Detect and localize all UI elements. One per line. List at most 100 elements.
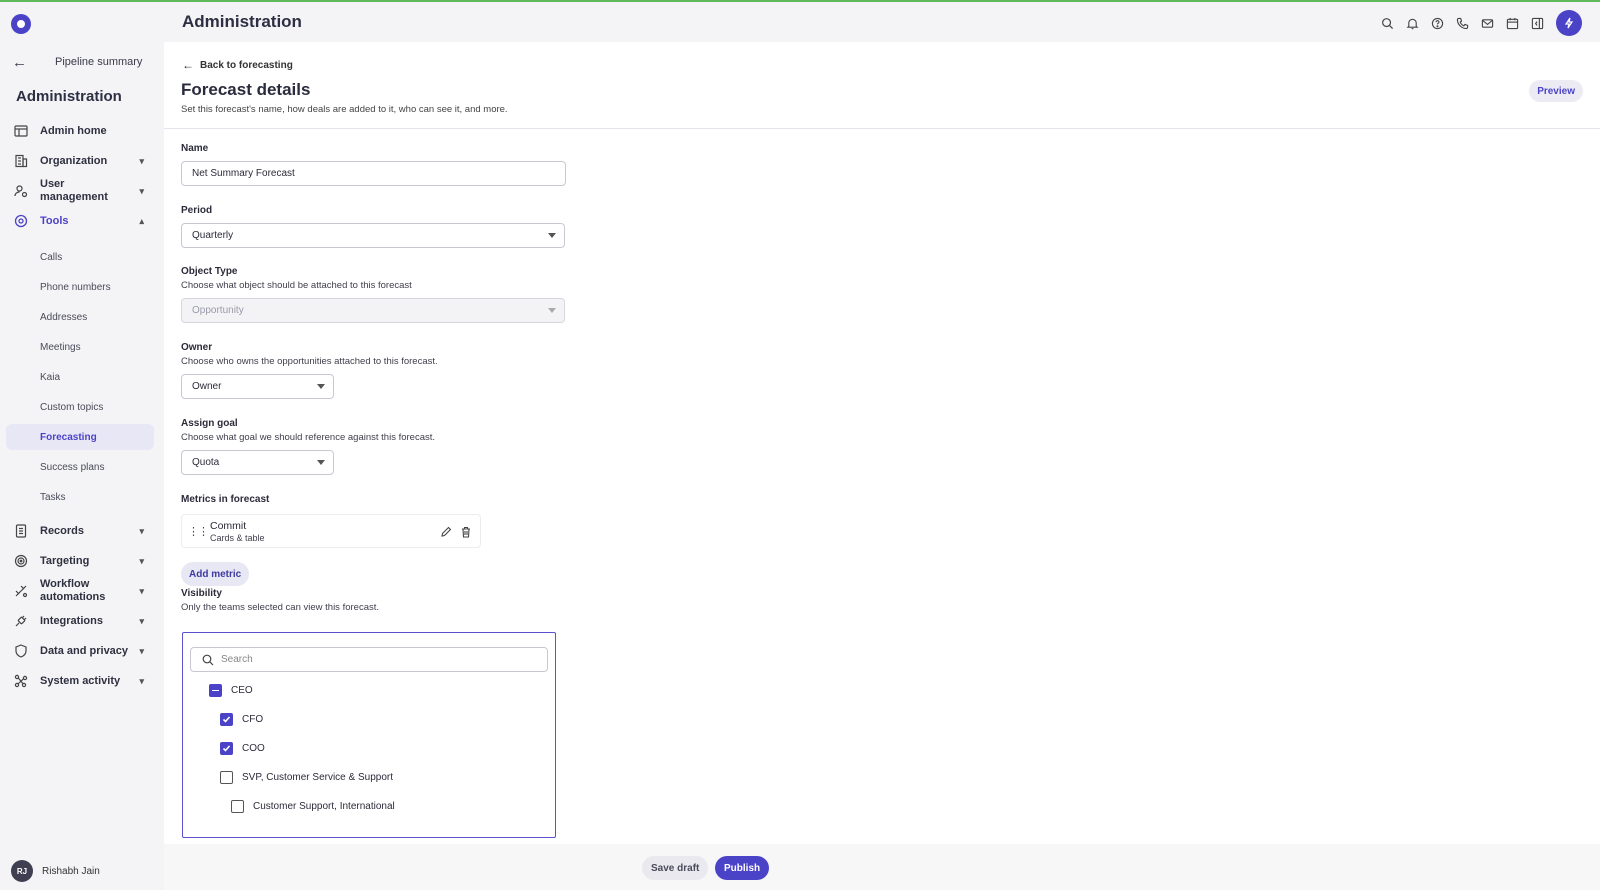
period-label: Period	[181, 205, 213, 216]
shield-icon	[14, 644, 28, 658]
chevron-down-icon: ▾	[139, 645, 144, 656]
form-subtitle: Set this forecast's name, how deals are …	[181, 104, 508, 115]
tools-icon	[14, 214, 28, 228]
name-label: Name	[181, 143, 209, 154]
owner-help: Choose who owns the opportunities attach…	[181, 356, 438, 367]
main-content: ← Back to forecasting Forecast details S…	[164, 42, 1600, 844]
sidebar-subitem-custom-topics[interactable]: Custom topics	[6, 394, 154, 420]
footer-action-bar: Save draft Publish	[164, 844, 1600, 890]
plug-icon	[14, 614, 28, 628]
activity-icon	[14, 674, 28, 688]
sidebar-subitem-phone-numbers[interactable]: Phone numbers	[6, 274, 154, 300]
chevron-down-icon: ▾	[139, 675, 144, 686]
phone-icon[interactable]	[1450, 11, 1475, 35]
goal-select[interactable]: Quota	[181, 450, 334, 475]
tree-item-ceo[interactable]: CEO	[209, 684, 253, 697]
sidebar-item-workflow-automations[interactable]: Workflow automations ▾	[6, 578, 154, 604]
drag-handle-icon[interactable]: ⋮⋮	[188, 525, 209, 538]
sidebar-item-tools[interactable]: Tools ▴	[6, 208, 154, 234]
divider	[164, 128, 1600, 129]
sidebar: ← Pipeline summary Administration Admin …	[0, 2, 164, 890]
chevron-down-icon: ▾	[139, 555, 144, 566]
sidebar-subitem-forecasting[interactable]: Forecasting	[6, 424, 154, 450]
mail-icon[interactable]	[1475, 11, 1500, 35]
visibility-label: Visibility	[181, 588, 222, 599]
owner-label: Owner	[181, 342, 213, 353]
chevron-down-icon: ▾	[139, 185, 144, 196]
tree-item-svp-customer-service[interactable]: SVP, Customer Service & Support	[220, 771, 393, 784]
bell-icon[interactable]	[1400, 11, 1425, 35]
checkbox-partial[interactable]	[209, 684, 222, 697]
object-type-select: Opportunity	[181, 298, 565, 323]
sidebar-subitem-kaia[interactable]: Kaia	[6, 364, 154, 390]
checkbox-checked[interactable]	[220, 713, 233, 726]
goal-label: Assign goal	[181, 418, 238, 429]
back-to-pipeline-link[interactable]: ← Pipeline summary	[12, 50, 160, 74]
metric-name: Commit	[210, 520, 247, 532]
sidebar-item-data-and-privacy[interactable]: Data and privacy ▾	[6, 638, 154, 664]
user-profile[interactable]: RJ Rishabh Jain	[11, 860, 100, 882]
period-select[interactable]: Quarterly	[181, 223, 565, 248]
search-icon[interactable]	[1375, 11, 1400, 35]
metrics-label: Metrics in forecast	[181, 494, 270, 505]
add-metric-button[interactable]: Add metric	[181, 562, 250, 586]
chevron-down-icon: ▾	[139, 155, 144, 166]
checkbox-checked[interactable]	[220, 742, 233, 755]
user-name: Rishabh Jain	[42, 865, 100, 877]
panel-icon[interactable]	[1525, 11, 1550, 35]
sidebar-item-records[interactable]: Records ▾	[6, 518, 154, 544]
sidebar-item-admin-home[interactable]: Admin home	[6, 118, 154, 144]
team-picker: CEO CFO COO SVP, Customer Service & Supp…	[182, 632, 556, 838]
name-field[interactable]: Net Summary Forecast	[181, 161, 566, 186]
table-icon	[14, 124, 28, 138]
sidebar-subitem-tasks[interactable]: Tasks	[6, 484, 154, 510]
chevron-down-icon: ▾	[139, 615, 144, 626]
team-search	[190, 647, 548, 672]
arrow-left-icon: ←	[12, 53, 27, 71]
goal-help: Choose what goal we should reference aga…	[181, 432, 436, 443]
app-logo[interactable]	[11, 14, 31, 34]
tree-item-cfo[interactable]: CFO	[220, 713, 263, 726]
bolt-icon[interactable]	[1556, 10, 1582, 36]
workflow-icon	[14, 584, 28, 598]
building-icon	[14, 154, 28, 168]
team-search-input[interactable]	[221, 654, 521, 665]
tree-item-customer-support-international[interactable]: Customer Support, International	[231, 800, 395, 813]
sidebar-item-organization[interactable]: Organization ▾	[6, 148, 154, 174]
owner-select[interactable]: Owner	[181, 374, 334, 399]
tree-item-coo[interactable]: COO	[220, 742, 265, 755]
arrow-left-icon: ←	[182, 58, 194, 72]
caret-down-icon	[317, 460, 325, 465]
preview-button[interactable]: Preview	[1529, 80, 1583, 102]
help-icon[interactable]	[1425, 11, 1450, 35]
sidebar-item-integrations[interactable]: Integrations ▾	[6, 608, 154, 634]
publish-button[interactable]: Publish	[715, 856, 770, 880]
back-to-forecasting-link[interactable]: ← Back to forecasting	[182, 58, 293, 72]
sidebar-subitem-addresses[interactable]: Addresses	[6, 304, 154, 330]
pencil-icon[interactable]	[440, 525, 452, 537]
caret-down-icon	[317, 384, 325, 389]
trash-icon[interactable]	[460, 525, 472, 538]
sidebar-subitem-success-plans[interactable]: Success plans	[6, 454, 154, 480]
sidebar-item-system-activity[interactable]: System activity ▾	[6, 668, 154, 694]
calendar-icon[interactable]	[1500, 11, 1525, 35]
visibility-help: Only the teams selected can view this fo…	[181, 602, 380, 613]
metric-card: ⋮⋮ Commit Cards & table	[181, 514, 481, 548]
metric-display: Cards & table	[210, 533, 265, 543]
records-icon	[14, 524, 28, 538]
sidebar-subitem-calls[interactable]: Calls	[6, 244, 154, 270]
search-icon	[202, 654, 214, 665]
object-type-label: Object Type	[181, 266, 238, 277]
caret-down-icon	[548, 233, 556, 238]
checkbox-unchecked[interactable]	[220, 771, 233, 784]
avatar: RJ	[11, 860, 33, 882]
top-toolbar	[1375, 10, 1582, 36]
caret-down-icon	[548, 308, 556, 313]
sidebar-subitem-meetings[interactable]: Meetings	[6, 334, 154, 360]
sidebar-item-user-management[interactable]: User management ▾	[6, 178, 154, 204]
save-draft-button[interactable]: Save draft	[642, 856, 709, 880]
sidebar-title: Administration	[16, 88, 122, 105]
checkbox-unchecked[interactable]	[231, 800, 244, 813]
page-title: Administration	[182, 12, 302, 31]
sidebar-item-targeting[interactable]: Targeting ▾	[6, 548, 154, 574]
